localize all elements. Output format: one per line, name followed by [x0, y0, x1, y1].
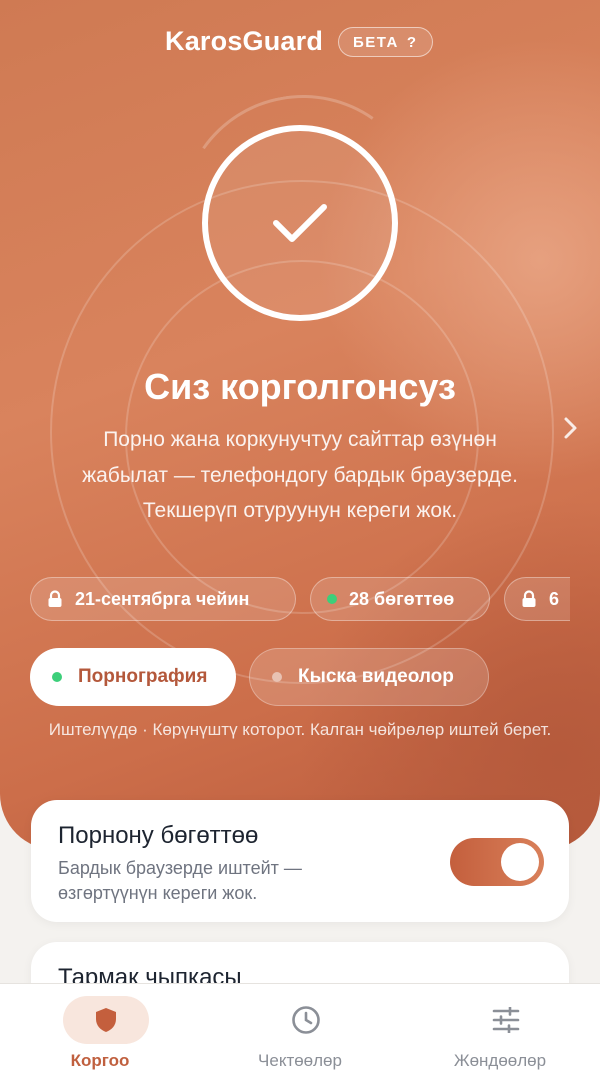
clock-icon [292, 1006, 320, 1034]
nav-protection-label: Коргоо [70, 1051, 130, 1070]
nav-protection-pill [63, 996, 149, 1044]
status-dot [327, 594, 337, 604]
check-icon [273, 204, 327, 242]
status-chips: 21-сентябрга чейин 28 бөгөттөө 6 [30, 577, 570, 623]
active-dot [52, 672, 62, 682]
tab-pornography-label: Порнография [78, 666, 208, 687]
block-porn-subtitle: Бардык браузерде иштейт — өзгөртүүнүн ке… [58, 858, 302, 903]
tab-short-videos-label: Кыска видеолор [298, 666, 454, 687]
nav-limits[interactable]: Чектөөлөр [200, 984, 400, 1091]
chip-expiry-label: 21-сентябрга чейин [75, 588, 250, 609]
nav-settings-label: Жөндөөлөр [453, 1051, 547, 1070]
lock-icon [522, 590, 536, 607]
sliders-icon [492, 1007, 520, 1033]
beta-help-icon: ? [406, 33, 418, 51]
nav-limits-pill [263, 996, 349, 1044]
beta-badge[interactable]: БЕТА ? [338, 27, 433, 57]
chip-expiry[interactable]: 21-сентябрга чейин [30, 577, 296, 621]
nav-settings-pill [463, 996, 549, 1044]
chevron-right-icon[interactable] [561, 415, 581, 441]
chip-blocks[interactable]: 28 бөгөттөө [310, 577, 490, 621]
block-porn-toggle[interactable] [450, 838, 544, 886]
bottom-nav: Коргоо Чектөөлөр Жөндөөлөр [0, 983, 600, 1091]
protected-check-circle [202, 125, 398, 321]
status-description: Порно жана коркунучтуу сайттар өзүнөн жа… [82, 428, 518, 522]
block-porn-title: Порнону бөгөттөө [58, 822, 259, 849]
inactive-dot [272, 672, 282, 682]
mode-note: Иштелүүдө · Көрүнүштү которот. Калган чө… [48, 720, 552, 739]
tab-short-videos[interactable]: Кыска видеолор [249, 648, 489, 706]
chip-extra-label: 6 [549, 588, 560, 609]
app-title: KarosGuard [165, 26, 324, 56]
beta-label: БЕТА [353, 33, 399, 51]
block-porn-card: Порнону бөгөттөө Бардык браузерде иштейт… [31, 800, 569, 922]
toggle-knob [501, 843, 539, 881]
status-hero: KarosGuard БЕТА ? Сиз корголгонсуз Порно… [0, 0, 600, 850]
lock-icon [48, 590, 62, 607]
chip-extra[interactable]: 6 [504, 577, 570, 621]
nav-protection[interactable]: Коргоо [0, 984, 200, 1091]
shield-icon [96, 1008, 116, 1032]
chip-blocks-label: 28 бөгөттөө [349, 588, 455, 609]
nav-limits-label: Чектөөлөр [258, 1051, 342, 1070]
status-title: Сиз корголгонсуз [144, 366, 456, 407]
tab-pornography[interactable]: Порнография [30, 648, 236, 706]
nav-settings[interactable]: Жөндөөлөр [400, 984, 600, 1091]
